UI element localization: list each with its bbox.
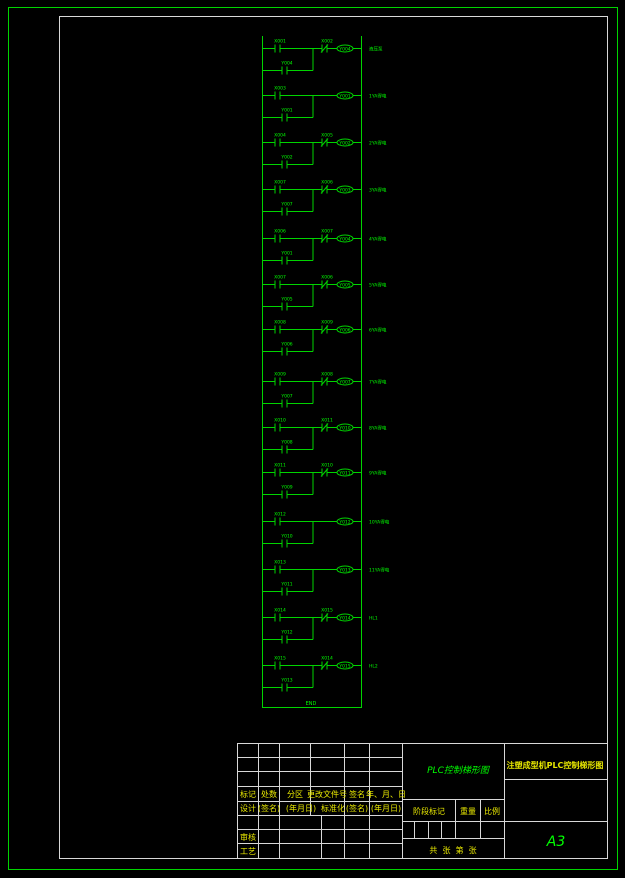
process-label: 工艺	[240, 847, 256, 856]
coil-label: Y011	[338, 470, 350, 476]
interlock-contact-label: X002	[321, 39, 333, 45]
standard-label: 标准化	[321, 803, 345, 813]
standard-date: (年月日)	[371, 803, 401, 813]
rung-label: HL2	[369, 664, 378, 670]
hold-contact-label: Y012	[280, 630, 292, 636]
coil-label: Y004	[338, 236, 350, 242]
header-change-doc: 更改文件号	[307, 789, 347, 799]
stage-mark-label: 阶段标记	[413, 806, 445, 816]
coil-label: Y001	[338, 93, 350, 99]
rung-label: 9YA得电	[369, 470, 387, 477]
hold-contact-label: Y009	[280, 485, 292, 491]
design-label: 设计	[240, 803, 256, 813]
interlock-contact-label: X006	[321, 275, 333, 281]
input-contact-label: X006	[274, 229, 286, 235]
coil-label: Y002	[338, 140, 350, 146]
scale-label: 比例	[484, 806, 500, 816]
design-date: (年月日)	[286, 803, 316, 813]
interlock-contact-label: X005	[321, 133, 333, 139]
input-contact-label: X014	[274, 608, 286, 614]
weight-label: 重量	[460, 806, 476, 816]
rung-label: 5YA得电	[369, 282, 387, 289]
coil-label: Y006	[338, 327, 350, 333]
coil-label: Y015	[338, 663, 350, 669]
drawing-name: PLC控制梯形图	[427, 765, 491, 776]
interlock-contact-label: X008	[321, 372, 333, 378]
hold-contact-label: Y001	[280, 251, 292, 257]
hold-contact-label: Y004	[280, 61, 292, 67]
hold-contact-label: Y008	[280, 440, 292, 446]
hold-contact-label: Y002	[280, 155, 292, 161]
input-contact-label: X009	[274, 372, 286, 378]
coil-label: Y013	[338, 567, 350, 573]
ladder-rungs: X001 X002 Y004 Y004 液压泵 X003 Y001 Y001 1YA得电 X004…	[262, 39, 390, 692]
hold-contact-label: Y005	[280, 297, 292, 303]
hold-contact-label: Y011	[280, 582, 292, 588]
input-contact-label: X013	[274, 560, 286, 566]
hold-contact-label: Y001	[280, 108, 292, 114]
standard-sign: (签名)	[346, 803, 368, 813]
hold-contact-label: Y007	[280, 394, 292, 400]
hold-contact-label: Y010	[280, 534, 292, 540]
design-sign: (签名)	[258, 803, 280, 813]
rung-label: 11YA得电	[369, 567, 390, 574]
rung-label: HL1	[369, 616, 378, 622]
rung-label: 7YA得电	[369, 379, 387, 386]
coil-label: Y003	[338, 187, 350, 193]
rung-label: 3YA得电	[369, 187, 387, 194]
coil-label: Y010	[338, 425, 350, 431]
interlock-contact-label: X011	[321, 418, 333, 424]
input-contact-label: X003	[274, 86, 286, 92]
project-name: 注塑成型机PLC控制梯形图	[507, 760, 604, 770]
header-count: 处数	[261, 789, 277, 799]
coil-label: Y014	[338, 615, 350, 621]
hold-contact-label: Y006	[280, 342, 292, 348]
input-contact-label: X008	[274, 320, 286, 326]
interlock-contact-label: X007	[321, 229, 333, 235]
coil-label: Y007	[338, 379, 350, 385]
input-contact-label: X001	[274, 39, 286, 45]
input-contact-label: X007	[274, 180, 286, 186]
end-label: END	[306, 701, 317, 707]
input-contact-label: X015	[274, 656, 286, 662]
input-contact-label: X010	[274, 418, 286, 424]
interlock-contact-label: X015	[321, 608, 333, 614]
rung-label: 液压泵	[369, 46, 383, 53]
hold-contact-label: Y007	[280, 202, 292, 208]
reviewer-label: 审核	[240, 832, 256, 842]
coil-label: Y005	[338, 282, 350, 288]
interlock-contact-label: X010	[321, 463, 333, 469]
hold-contact-label: Y013	[280, 678, 292, 684]
sheet-size: A3	[546, 834, 565, 850]
rung-label: 4YA得电	[369, 236, 387, 243]
input-contact-label: X004	[274, 133, 286, 139]
interlock-contact-label: X009	[321, 320, 333, 326]
interlock-contact-label: X014	[321, 656, 333, 662]
input-contact-label: X011	[274, 463, 286, 469]
rung-label: 10YA得电	[369, 519, 390, 526]
sheets-label: 共 张 第 张	[429, 845, 476, 855]
header-mark: 标记	[240, 789, 256, 799]
header-sign: 签名	[349, 789, 365, 799]
rung-label: 2YA得电	[369, 140, 387, 147]
rung-label: 1YA得电	[369, 93, 387, 100]
coil-label: Y004	[338, 46, 350, 52]
rung-label: 8YA得电	[369, 425, 387, 432]
input-contact-label: X007	[274, 275, 286, 281]
input-contact-label: X012	[274, 512, 286, 518]
drawing-sheet: END X001 X002 Y004 Y004 液压泵 X003 Y001 Y001 1YA得电…	[8, 7, 618, 870]
rung-label: 6YA得电	[369, 327, 387, 334]
header-zone: 分区	[287, 790, 303, 799]
interlock-contact-label: X006	[321, 180, 333, 186]
header-date: 年、月、日	[366, 789, 406, 799]
coil-label: Y012	[338, 519, 350, 525]
